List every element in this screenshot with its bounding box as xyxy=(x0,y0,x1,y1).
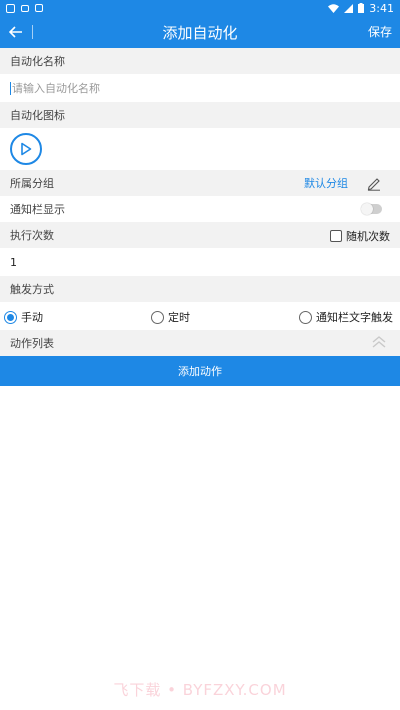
status-time: 3:41 xyxy=(369,1,394,15)
group-label: 所属分组 xyxy=(10,177,54,190)
trigger-option-notification-text[interactable]: 通知栏文字触发 xyxy=(299,309,393,325)
exec-count-row[interactable]: 1 xyxy=(0,248,400,276)
exec-count-value: 1 xyxy=(10,255,17,269)
status-bar: 3:41 xyxy=(0,0,400,16)
save-button[interactable]: 保存 xyxy=(368,16,392,48)
random-count-label: 随机次数 xyxy=(346,230,390,243)
edit-icon[interactable] xyxy=(366,175,382,191)
notification-icon xyxy=(6,3,15,13)
trigger-option-label: 通知栏文字触发 xyxy=(316,311,393,324)
trigger-options: 手动 定时 通知栏文字触发 xyxy=(0,302,400,330)
watermark: 飞下载 • BYFZXY.COM xyxy=(113,681,287,699)
exec-label: 执行次数 xyxy=(10,229,54,242)
app-bar-divider xyxy=(32,25,33,39)
trigger-option-label: 定时 xyxy=(168,311,190,324)
name-section-label: 自动化名称 xyxy=(0,48,400,74)
notification-icon xyxy=(35,4,43,12)
radio-button[interactable] xyxy=(299,310,312,324)
group-row: 所属分组 默认分组 xyxy=(0,170,400,196)
signal-icon xyxy=(344,3,354,13)
actions-header: 动作列表 xyxy=(0,330,400,356)
icon-section-label: 自动化图标 xyxy=(0,102,400,128)
actions-label: 动作列表 xyxy=(10,337,54,350)
trigger-option-label: 手动 xyxy=(21,311,43,324)
icon-row xyxy=(0,128,400,170)
toggle-knob xyxy=(361,203,373,215)
name-input[interactable] xyxy=(10,81,390,95)
random-count-checkbox[interactable] xyxy=(330,230,342,242)
notification-icon xyxy=(21,4,29,12)
battery-icon xyxy=(358,3,365,13)
name-row xyxy=(0,74,400,102)
page-title: 添加自动化 xyxy=(162,23,238,42)
play-icon xyxy=(21,142,32,156)
arrow-left-icon xyxy=(9,26,22,38)
random-count-option[interactable]: 随机次数 xyxy=(330,228,390,244)
app-bar: 添加自动化 保存 xyxy=(0,16,400,48)
add-action-button[interactable]: 添加动作 xyxy=(0,356,400,386)
notify-row: 通知栏显示 xyxy=(0,196,400,222)
trigger-section-label: 触发方式 xyxy=(0,276,400,302)
radio-button[interactable] xyxy=(151,310,164,324)
back-button[interactable] xyxy=(0,16,32,48)
radio-button[interactable] xyxy=(4,310,17,324)
exec-row: 执行次数 随机次数 xyxy=(0,222,400,248)
automation-icon-picker[interactable] xyxy=(10,133,42,165)
trigger-option-timer[interactable]: 定时 xyxy=(151,309,190,325)
notify-toggle[interactable] xyxy=(361,203,382,215)
notify-label: 通知栏显示 xyxy=(10,203,65,216)
group-value[interactable]: 默认分组 xyxy=(304,175,348,191)
double-chevron-up-icon[interactable] xyxy=(370,333,388,351)
wifi-icon xyxy=(328,3,340,13)
trigger-option-manual[interactable]: 手动 xyxy=(4,309,43,325)
